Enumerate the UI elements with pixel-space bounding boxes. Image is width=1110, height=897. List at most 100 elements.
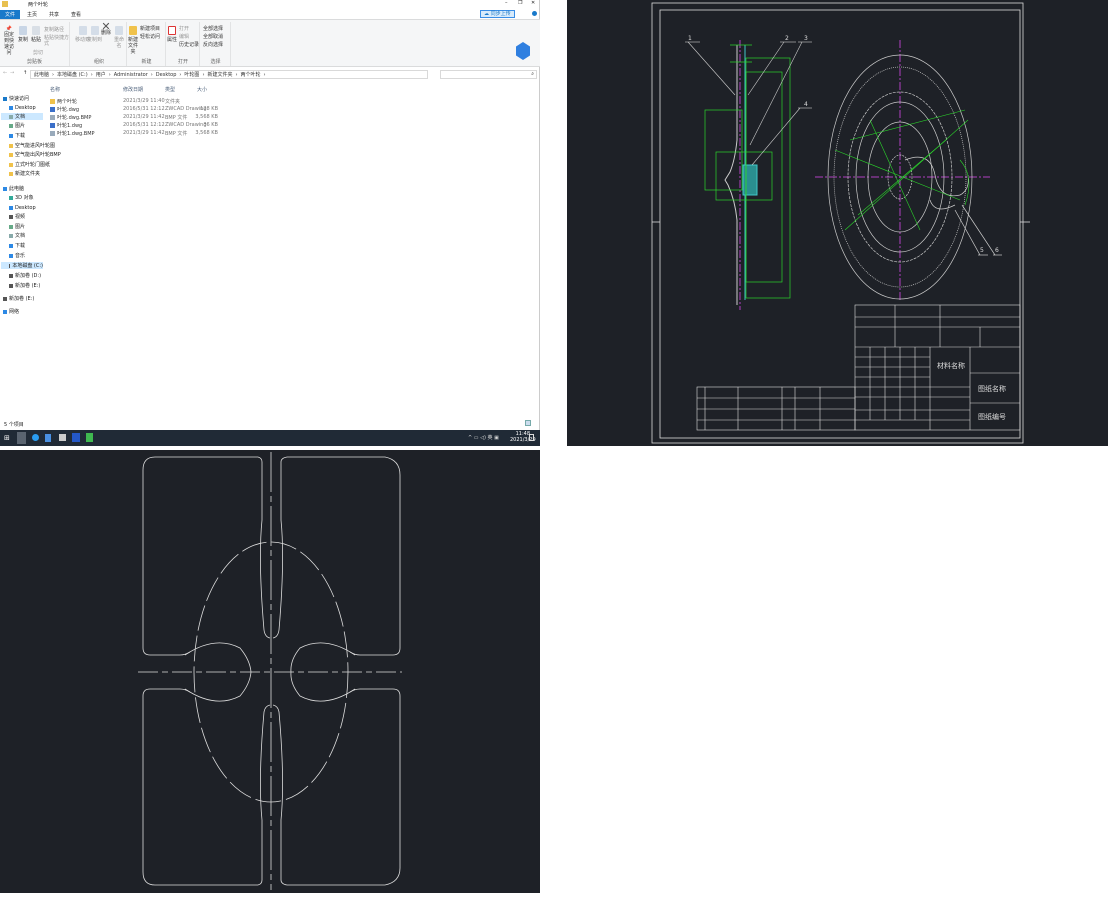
drive-icon bbox=[9, 263, 11, 268]
column-size[interactable]: 大小 bbox=[197, 86, 207, 93]
pc-icon bbox=[3, 186, 7, 191]
minimize-button[interactable]: – bbox=[505, 0, 508, 6]
copy-button[interactable]: 复制 bbox=[18, 26, 28, 43]
sidebar-item[interactable]: 此电脑 bbox=[3, 185, 24, 192]
sidebar-item[interactable]: 文档 bbox=[1, 113, 43, 120]
sidebar-item-label: 此电脑 bbox=[9, 186, 25, 192]
new-item-button[interactable]: 新建项目 bbox=[140, 26, 160, 32]
back-button[interactable]: ← bbox=[3, 70, 7, 76]
sidebar-item[interactable]: 图片 bbox=[9, 223, 25, 230]
app-logo-icon bbox=[516, 42, 530, 60]
paste-shortcut-button[interactable]: 粘贴快捷方式 bbox=[44, 35, 69, 47]
properties-button[interactable]: 属性 bbox=[167, 26, 177, 43]
select-none-button[interactable]: 全部取消 bbox=[203, 34, 223, 40]
file-row[interactable]: 叶轮.dwg 2016/5/31 12:12 ZWCAD Drawing 128 KB bbox=[50, 106, 230, 114]
title-bar: 两个叶轮 – ❐ ✕ bbox=[0, 0, 540, 9]
invert-selection-button[interactable]: 反向选择 bbox=[203, 42, 223, 48]
sidebar-item[interactable]: 文档 bbox=[9, 232, 25, 239]
new-folder-icon bbox=[129, 26, 137, 35]
tab-file[interactable]: 文件 bbox=[0, 9, 21, 19]
browser-taskbar-icon[interactable] bbox=[32, 434, 39, 441]
sidebar-item[interactable]: 新加卷 (D:) bbox=[9, 272, 41, 279]
breadcrumb-item[interactable]: 两个叶轮 bbox=[240, 71, 260, 78]
sidebar-item[interactable]: 快速访问 bbox=[3, 95, 29, 102]
system-tray-icons[interactable]: ^ ▭ ◁) 英 ▣ bbox=[468, 434, 499, 441]
file-row[interactable]: 叶轮.dwg.BMP 2021/3/29 11:42 BMP 文件 3,568 KB bbox=[50, 114, 230, 122]
search-input[interactable]: ⌕ bbox=[440, 70, 537, 79]
close-button[interactable]: ✕ bbox=[531, 0, 535, 6]
help-icon[interactable] bbox=[532, 11, 537, 16]
easy-access-button[interactable]: 轻松访问 bbox=[140, 34, 160, 40]
sidebar-item[interactable]: 新建文件夹 bbox=[9, 170, 40, 177]
copy-to-button[interactable]: 复制到 bbox=[87, 26, 102, 43]
file-row[interactable]: 叶轮1.dwg 2016/5/31 12:12 ZWCAD Drawing 36 KB bbox=[50, 122, 230, 130]
sidebar-item[interactable]: 音乐 bbox=[9, 252, 25, 259]
tab-view[interactable]: 查看 bbox=[66, 10, 86, 19]
paste-button[interactable]: 粘贴 bbox=[31, 26, 41, 43]
sidebar-item-label: 视频 bbox=[15, 214, 26, 220]
file-date: 2021/3/29 11:40 bbox=[123, 98, 165, 104]
column-type[interactable]: 类型 bbox=[165, 86, 175, 93]
delete-button[interactable]: ✕ 删除 bbox=[101, 21, 111, 36]
sidebar-item[interactable]: 本地磁盘 (C:) bbox=[1, 262, 43, 269]
copy-path-button[interactable]: 复制路径 bbox=[44, 27, 64, 33]
breadcrumb-item[interactable]: Administrator bbox=[114, 72, 148, 78]
column-name[interactable]: 名称 bbox=[50, 86, 60, 93]
group-label: 选择 bbox=[210, 59, 221, 65]
pin-button[interactable]: 📌 固定到快速访问 bbox=[2, 26, 16, 56]
address-bar[interactable]: 此电脑 › 本地磁盘 (C:) › 用户 › Administrator › Desktop › 叶… bbox=[30, 70, 428, 79]
sync-upload-button[interactable]: ☁ 同步上传 bbox=[480, 10, 515, 18]
tab-share[interactable]: 共享 bbox=[44, 10, 64, 19]
sidebar-item[interactable]: 立式叶轮门图纸 bbox=[9, 161, 50, 168]
open-button[interactable]: 打开 bbox=[179, 26, 189, 32]
breadcrumb-item[interactable]: 叶轮图 bbox=[184, 71, 199, 78]
rename-button[interactable]: 重命名 bbox=[112, 26, 126, 49]
sidebar-item[interactable]: 下载 bbox=[9, 132, 25, 139]
up-button[interactable]: ↑ bbox=[23, 70, 27, 76]
notification-icon[interactable] bbox=[529, 434, 534, 441]
breadcrumb-item[interactable]: 此电脑 bbox=[34, 71, 49, 78]
breadcrumb-item[interactable]: 本地磁盘 (C:) bbox=[57, 71, 88, 78]
sidebar-item[interactable]: 3D 对象 bbox=[9, 194, 34, 201]
new-folder-button[interactable]: 新建文件夹 bbox=[128, 26, 138, 55]
sidebar-item[interactable]: 空气能进风叶轮图 bbox=[9, 142, 55, 149]
sidebar-item-label: Desktop bbox=[15, 204, 36, 211]
sidebar-item[interactable]: 新加卷 (E:) bbox=[3, 295, 34, 302]
maximize-button[interactable]: ❐ bbox=[518, 0, 522, 6]
file-row[interactable]: 两个叶轮 2021/3/29 11:40 文件夹 bbox=[50, 98, 230, 106]
select-all-button[interactable]: 全部选择 bbox=[203, 26, 223, 32]
sidebar-item[interactable]: Desktop bbox=[9, 204, 36, 211]
sidebar-item[interactable]: 图片 bbox=[9, 122, 25, 129]
sidebar-item[interactable]: Desktop bbox=[9, 104, 36, 111]
select-group: 全部选择 全部取消 反向选择 选择 bbox=[201, 22, 231, 66]
app-taskbar-icon[interactable] bbox=[59, 434, 66, 441]
explorer-taskbar-icon[interactable] bbox=[17, 432, 26, 444]
details-view-button[interactable] bbox=[525, 420, 531, 426]
breadcrumb-item[interactable]: 新建文件夹 bbox=[207, 71, 232, 78]
file-size: 3,568 KB bbox=[195, 114, 218, 120]
forward-button[interactable]: → bbox=[10, 70, 14, 76]
cad-taskbar-icon[interactable] bbox=[72, 433, 80, 442]
sidebar-item[interactable]: 空气能出风叶轮BMP bbox=[9, 151, 61, 158]
breadcrumb-item[interactable]: Desktop bbox=[156, 72, 177, 78]
edit-button[interactable]: 编辑 bbox=[179, 34, 189, 40]
docs-icon bbox=[9, 114, 13, 119]
start-icon[interactable]: ⊞ bbox=[4, 434, 10, 442]
file-date: 2016/5/31 12:12 bbox=[123, 122, 165, 128]
spreadsheet-taskbar-icon[interactable] bbox=[86, 433, 93, 442]
file-size: 128 KB bbox=[200, 106, 218, 112]
tab-home[interactable]: 主页 bbox=[22, 10, 42, 19]
sidebar-item[interactable]: 下载 bbox=[9, 242, 25, 249]
history-button[interactable]: 历史记录 bbox=[179, 42, 199, 48]
file-row[interactable]: 叶轮1.dwg.BMP 2021/3/29 11:42 BMP 文件 3,568 KB bbox=[50, 130, 230, 138]
docs-taskbar-icon[interactable] bbox=[45, 434, 51, 442]
column-date[interactable]: 修改日期 bbox=[123, 86, 143, 93]
sidebar-item[interactable]: 新加卷 (E:) bbox=[9, 282, 40, 289]
sidebar-item[interactable]: 视频 bbox=[9, 213, 25, 220]
folder-icon bbox=[2, 1, 8, 7]
taskbar: ⊞ ^ ▭ ◁) 英 ▣ 11:48 2021/3/29 bbox=[0, 430, 540, 446]
breadcrumb-item[interactable]: 用户 bbox=[96, 71, 106, 78]
cut-button[interactable]: 剪切 bbox=[33, 50, 43, 56]
folder-icon bbox=[9, 162, 13, 167]
sidebar-item[interactable]: 网络 bbox=[3, 308, 19, 315]
